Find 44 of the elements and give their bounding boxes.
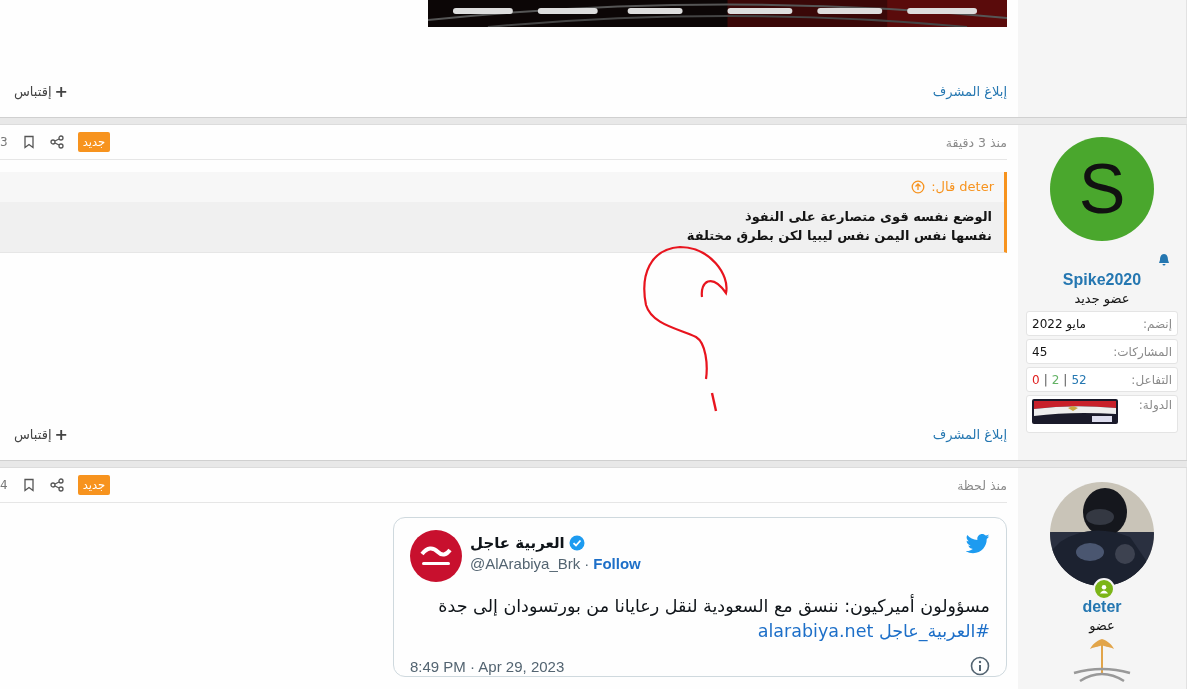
new-badge: جديد <box>77 132 111 152</box>
user-rank: عضو جديد <box>1074 291 1130 306</box>
account-name[interactable]: العربية عاجل <box>470 534 565 552</box>
reaction-count: 0 <box>1032 372 1040 387</box>
follow-link[interactable]: Follow <box>593 555 641 572</box>
post-time[interactable]: منذ 3 دقيقة <box>945 134 1007 150</box>
quote-text: الوضع نفسه قوى متصارعة على النفوذ <box>744 208 992 226</box>
username-link[interactable]: Spike2020 <box>1062 271 1142 289</box>
stat-label: المشاركات: <box>1113 344 1172 359</box>
info-icon[interactable] <box>970 656 990 676</box>
post-time[interactable]: منذ لحظة <box>957 477 1007 493</box>
stat-value: مايو 2022 <box>1032 316 1086 331</box>
user-avatar[interactable]: S <box>1050 137 1154 241</box>
bird-icon[interactable] <box>966 534 990 554</box>
hashtag-link[interactable]: #العربية_عاجل <box>878 621 990 641</box>
stat-value: 45 <box>1032 344 1048 359</box>
logo-icon <box>410 530 462 582</box>
account-handle[interactable]: @AlArabiya_Brk <box>470 555 581 572</box>
share-icon[interactable] <box>49 135 64 149</box>
report-link[interactable]: إبلاغ المشرف <box>932 427 1007 442</box>
separator: | <box>1063 372 1068 387</box>
username-link[interactable]: deter <box>1082 598 1122 616</box>
stat-label: إنضم: <box>1142 316 1172 331</box>
palm-emblem-icon <box>1072 637 1132 685</box>
new-badge: جديد <box>77 475 111 495</box>
bookmark-icon[interactable] <box>21 135 36 149</box>
user-rank: عضو <box>1089 618 1115 633</box>
post-number[interactable]: 4 <box>0 478 8 492</box>
stat-label: التفاعل: <box>1131 372 1172 387</box>
reaction-count: 2 <box>1051 372 1060 387</box>
quote-text: نفسها نفس اليمن نفس ليبيا لكن بطرق مختلفة <box>685 227 992 245</box>
report-link[interactable]: إبلاغ المشرف <box>932 84 1007 99</box>
web-link[interactable]: alarabiya.net <box>757 621 874 641</box>
reaction-count: 52 <box>1071 372 1087 387</box>
separator: | <box>1043 372 1048 387</box>
quote-button[interactable]: + إقتباس <box>14 82 68 101</box>
separator: · <box>584 555 590 572</box>
bell-icon[interactable] <box>1157 253 1171 267</box>
quote-button[interactable]: + إقتباس <box>14 425 68 444</box>
bookmark-icon[interactable] <box>21 478 36 492</box>
tweet-date[interactable]: 8:49 PM · Apr 29, 2023 <box>410 657 565 675</box>
share-icon[interactable] <box>49 478 64 492</box>
post-number[interactable]: 3 <box>0 135 8 149</box>
stat-label: الدولة: <box>1138 398 1172 412</box>
